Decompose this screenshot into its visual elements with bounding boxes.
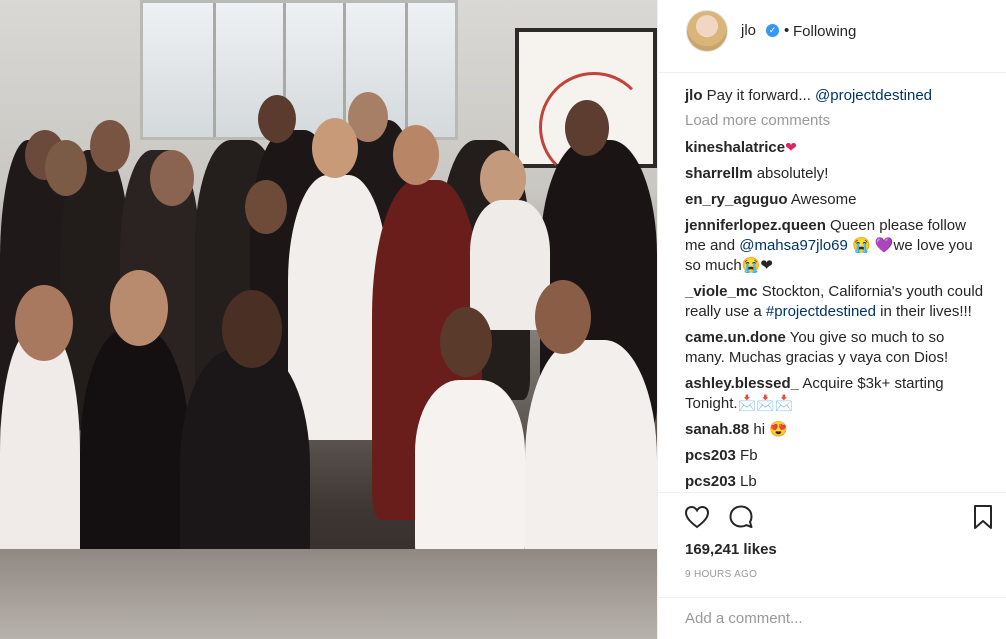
comment-item: jenniferlopez.queen Queen please follow … (685, 216, 985, 276)
comment-list: jlo Pay it forward... @projectdestined L… (685, 86, 985, 498)
comment-text: absolutely! (756, 165, 829, 182)
comment-item: came.un.done You give so much to so many… (685, 328, 985, 368)
comment-item: pcs203 Lb (685, 472, 985, 492)
comment-username[interactable]: en_ry_aguguo (685, 191, 788, 208)
comment-hashtag[interactable]: #projectdestined (766, 303, 876, 320)
caption: jlo Pay it forward... @projectdestined (685, 86, 985, 106)
comment-username[interactable]: sanah.88 (685, 421, 749, 438)
caption-mention[interactable]: @projectdestined (815, 87, 932, 104)
comment-text: Lb (740, 473, 757, 490)
add-comment-input[interactable] (685, 610, 985, 627)
comment-username[interactable]: sharrellm (685, 165, 753, 182)
comment-item: pcs203 Fb (685, 446, 985, 466)
comment-text-continued: in their lives!!! (880, 303, 972, 320)
caption-text: Pay it forward... (706, 87, 811, 104)
comment-item: sharrellm absolutely! (685, 164, 985, 184)
header-username[interactable]: jlo (741, 22, 756, 39)
comment-username[interactable]: _viole_mc (685, 283, 758, 300)
photo-floor (0, 549, 657, 639)
likes-count[interactable]: 169,241 likes (685, 541, 777, 558)
comment-username[interactable]: pcs203 (685, 447, 736, 464)
comment-username[interactable]: jenniferlopez.queen (685, 217, 826, 234)
separator-dot: • (784, 22, 790, 39)
following-button[interactable]: Following (793, 23, 856, 40)
post-photo[interactable] (0, 0, 657, 639)
heart-emoji: ❤ (785, 139, 797, 155)
verified-badge-icon: ✓ (766, 24, 779, 37)
comment-username[interactable]: ashley.blessed_ (685, 375, 799, 392)
caption-username[interactable]: jlo (685, 87, 703, 104)
comment-item: en_ry_aguguo Awesome (685, 190, 985, 210)
comment-item: sanah.88 hi 😍 (685, 420, 985, 440)
heart-icon[interactable] (683, 503, 711, 531)
comment-bubble-icon[interactable] (727, 503, 755, 531)
bookmark-icon[interactable] (969, 503, 997, 531)
comment-item: ashley.blessed_ Acquire $3k+ starting To… (685, 374, 985, 414)
comment-item: kineshalatrice❤ (685, 137, 985, 158)
avatar[interactable] (686, 10, 728, 52)
comment-item: _viole_mc Stockton, California's youth c… (685, 282, 985, 322)
post-actions: 169,241 likes 9 HOURS AGO (658, 492, 1006, 597)
comment-username[interactable]: came.un.done (685, 329, 786, 346)
post-timestamp[interactable]: 9 HOURS AGO (685, 569, 757, 580)
comment-text: Awesome (790, 191, 857, 208)
load-more-comments-button[interactable]: Load more comments (685, 112, 985, 129)
add-comment-bar (658, 597, 1006, 639)
comment-username[interactable]: pcs203 (685, 473, 736, 490)
post-header: jlo ✓ • Following (658, 0, 1006, 73)
comment-text: Fb (740, 447, 758, 464)
post-side-panel: jlo ✓ • Following jlo Pay it forward... … (657, 0, 1006, 639)
comment-username[interactable]: kineshalatrice (685, 139, 785, 156)
comment-mention[interactable]: @mahsa97jlo69 (739, 237, 848, 254)
comment-text: hi 😍 (753, 421, 788, 438)
photo-window (140, 0, 458, 140)
